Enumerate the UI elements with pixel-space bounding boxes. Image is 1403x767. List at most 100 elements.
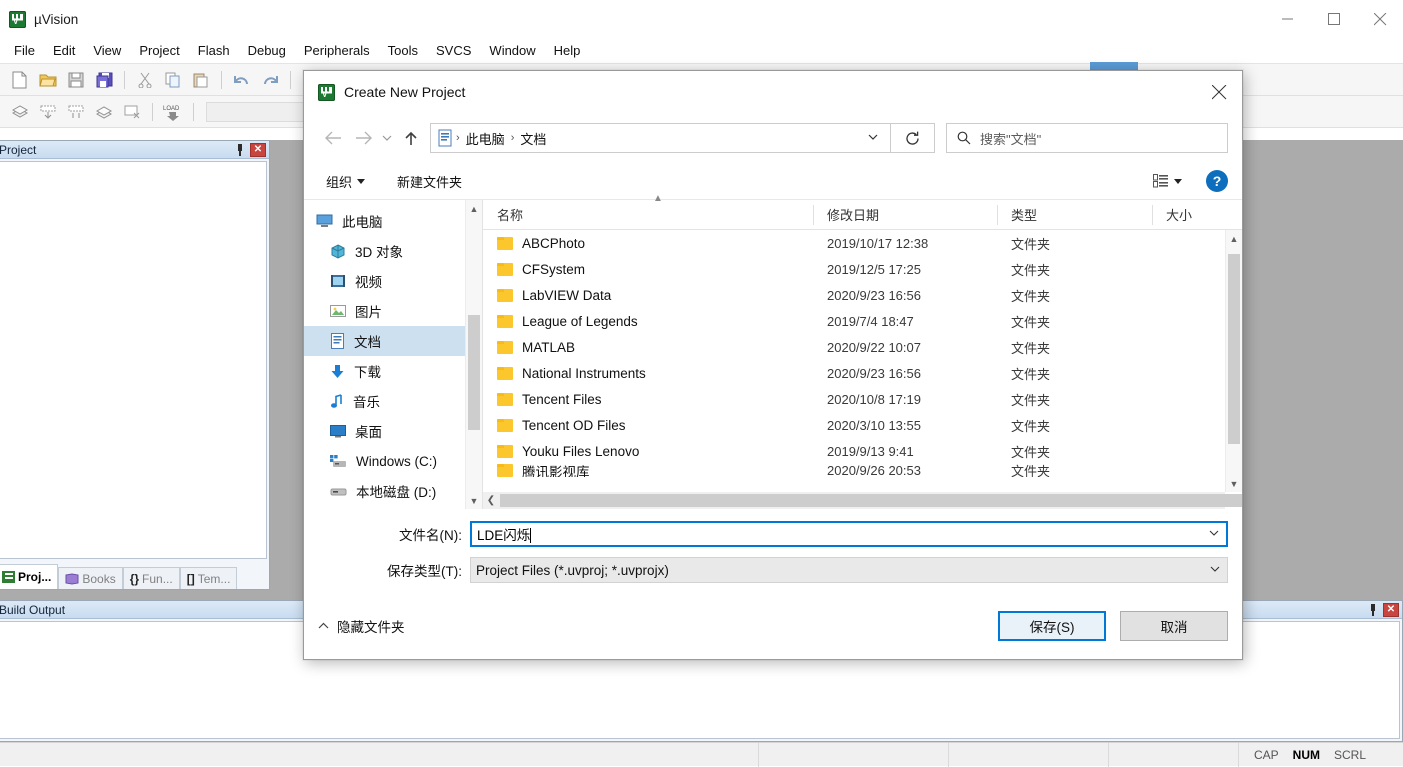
new-folder-button[interactable]: 新建文件夹 — [389, 168, 470, 195]
tree-item-windows-c[interactable]: Windows (C:) — [304, 446, 482, 476]
scrollbar-thumb[interactable] — [1228, 254, 1240, 444]
save-button[interactable]: 保存(S) — [998, 611, 1106, 641]
tree-item-3d-objects[interactable]: 3D 对象 — [304, 236, 482, 266]
scroll-down-icon[interactable]: ▼ — [466, 492, 482, 509]
menu-flash[interactable]: Flash — [189, 40, 239, 61]
navigation-tree: 此电脑 3D 对象 视频 图片 文档 下载 音乐 桌面 Windows (C:)… — [304, 200, 482, 509]
tree-item-documents[interactable]: 文档 — [304, 326, 482, 356]
chevron-down-icon[interactable] — [1203, 564, 1227, 576]
scroll-up-icon[interactable]: ▲ — [1226, 230, 1242, 247]
column-header-type[interactable]: 类型 — [997, 200, 1152, 230]
view-mode-button[interactable] — [1145, 170, 1190, 192]
tree-item-local-disk-d[interactable]: 本地磁盘 (D:) — [304, 476, 482, 506]
minimize-icon[interactable] — [1265, 0, 1311, 38]
table-row[interactable]: LabVIEW Data 2020/9/23 16:56 文件夹 — [483, 282, 1242, 308]
table-row[interactable]: ABCPhoto 2019/10/17 12:38 文件夹 — [483, 230, 1242, 256]
tab-functions[interactable]: {} Fun... — [122, 567, 180, 589]
menu-svcs[interactable]: SVCS — [427, 40, 480, 61]
menu-debug[interactable]: Debug — [239, 40, 295, 61]
table-row[interactable]: League of Legends 2019/7/4 18:47 文件夹 — [483, 308, 1242, 334]
column-header-date[interactable]: 修改日期 — [813, 200, 997, 230]
scrollbar-thumb[interactable] — [468, 315, 480, 430]
arrow-left-icon[interactable] — [318, 123, 348, 153]
cancel-button[interactable]: 取消 — [1120, 611, 1228, 641]
scrollbar-thumb[interactable] — [500, 494, 1242, 507]
tree-item-videos[interactable]: 视频 — [304, 266, 482, 296]
chevron-down-icon[interactable] — [378, 123, 396, 153]
chevron-down-icon[interactable] — [1202, 528, 1226, 540]
menu-help[interactable]: Help — [545, 40, 590, 61]
refresh-icon[interactable] — [891, 123, 935, 153]
load-icon[interactable]: LOAD — [159, 99, 187, 125]
paste-icon[interactable] — [187, 67, 215, 93]
cut-icon[interactable] — [131, 67, 159, 93]
tab-templates[interactable]: [] Tem... — [179, 567, 238, 589]
column-header-name[interactable]: ▲ 名称 — [483, 193, 813, 230]
windows-drive-icon — [330, 455, 346, 467]
menu-edit[interactable]: Edit — [44, 40, 84, 61]
close-icon[interactable]: ✕ — [250, 142, 266, 157]
save-all-icon[interactable] — [90, 67, 118, 93]
menu-file[interactable]: File — [5, 40, 44, 61]
table-row[interactable]: MATLAB 2020/9/22 10:07 文件夹 — [483, 334, 1242, 360]
copy-icon[interactable] — [159, 67, 187, 93]
text-cursor — [530, 528, 532, 543]
scroll-up-icon[interactable]: ▲ — [466, 200, 482, 217]
tree-item-downloads[interactable]: 下载 — [304, 356, 482, 386]
tree-vertical-scrollbar[interactable]: ▲ ▼ — [465, 200, 482, 509]
organize-button[interactable]: 组织 — [318, 168, 373, 195]
filetype-select[interactable]: Project Files (*.uvproj; *.uvprojx) — [470, 557, 1228, 583]
maximize-icon[interactable] — [1311, 0, 1357, 38]
translate-icon[interactable] — [90, 99, 118, 125]
save-icon[interactable] — [62, 67, 90, 93]
tree-item-music[interactable]: 音乐 — [304, 386, 482, 416]
table-row[interactable]: CFSystem 2019/12/5 17:25 文件夹 — [483, 256, 1242, 282]
open-file-icon[interactable] — [34, 67, 62, 93]
build-icon[interactable] — [6, 99, 34, 125]
project-tree-area[interactable] — [0, 161, 267, 559]
file-list-vertical-scrollbar[interactable]: ▲ ▼ — [1225, 230, 1242, 492]
pin-icon[interactable] — [233, 143, 247, 157]
menu-view[interactable]: View — [84, 40, 130, 61]
new-file-icon[interactable] — [6, 67, 34, 93]
arrow-up-icon[interactable] — [396, 123, 426, 153]
table-row[interactable]: 腾讯影视库 2020/9/26 20:53 文件夹 — [483, 464, 1242, 477]
menu-project[interactable]: Project — [130, 40, 188, 61]
table-row[interactable]: National Instruments 2020/9/23 16:56 文件夹 — [483, 360, 1242, 386]
scroll-left-icon[interactable]: ❮ — [483, 495, 499, 506]
chevron-down-icon[interactable] — [860, 132, 886, 144]
menu-window[interactable]: Window — [480, 40, 544, 61]
chevron-up-icon — [318, 620, 329, 632]
pin-icon[interactable] — [1366, 603, 1380, 617]
breadcrumb-item-this-pc[interactable]: 此电脑 — [462, 129, 509, 148]
scroll-down-icon[interactable]: ▼ — [1226, 475, 1242, 492]
batch-build-icon[interactable] — [62, 99, 90, 125]
table-row[interactable]: Tencent Files 2020/10/8 17:19 文件夹 — [483, 386, 1242, 412]
dialog-form: 文件名(N): LDE闪烁 保存类型(T): Project Files (*.… — [304, 509, 1242, 593]
rebuild-icon[interactable] — [34, 99, 62, 125]
menu-peripherals[interactable]: Peripherals — [295, 40, 379, 61]
undo-icon[interactable] — [228, 67, 256, 93]
menu-tools[interactable]: Tools — [379, 40, 427, 61]
tab-books[interactable]: Books — [58, 567, 123, 589]
search-input[interactable]: 搜索"文档" — [946, 123, 1228, 153]
hide-folders-toggle[interactable]: 隐藏文件夹 — [318, 616, 405, 636]
stop-build-icon[interactable] — [118, 99, 146, 125]
help-button[interactable]: ? — [1206, 170, 1228, 192]
tree-item-desktop[interactable]: 桌面 — [304, 416, 482, 446]
tab-project[interactable]: Proj... — [0, 564, 59, 589]
filename-input[interactable]: LDE闪烁 — [470, 521, 1228, 547]
tree-item-this-pc[interactable]: 此电脑 — [304, 206, 482, 236]
arrow-right-icon[interactable] — [348, 123, 378, 153]
breadcrumb-item-documents[interactable]: 文档 — [516, 129, 550, 148]
close-icon[interactable] — [1196, 71, 1242, 113]
column-header-size[interactable]: 大小 — [1152, 200, 1232, 230]
table-row[interactable]: Tencent OD Files 2020/3/10 13:55 文件夹 — [483, 412, 1242, 438]
file-list-horizontal-scrollbar[interactable]: ❮ ❯ — [483, 492, 1242, 509]
close-icon[interactable] — [1357, 0, 1403, 38]
table-row[interactable]: Youku Files Lenovo 2019/9/13 9:41 文件夹 — [483, 438, 1242, 464]
redo-icon[interactable] — [256, 67, 284, 93]
breadcrumb[interactable]: › 此电脑 › 文档 — [430, 123, 891, 153]
tree-item-pictures[interactable]: 图片 — [304, 296, 482, 326]
close-icon[interactable]: ✕ — [1383, 602, 1399, 617]
